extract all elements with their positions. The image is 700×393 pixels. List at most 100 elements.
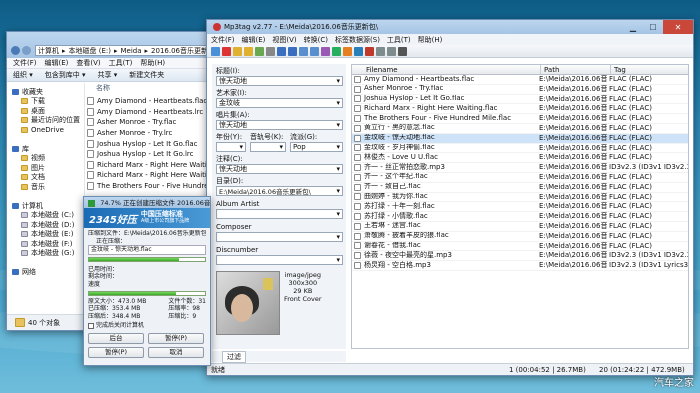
list-item[interactable]: Amy Diamond - Heartbeats.flac: [87, 96, 217, 107]
list-item[interactable]: Asher Monroe - Try.flac: [87, 117, 217, 128]
breadcrumb-item[interactable]: Meida: [121, 47, 142, 55]
menu-tools[interactable]: 工具(T): [109, 58, 133, 68]
menu-file[interactable]: 文件(F): [13, 58, 37, 68]
chevron-down-icon[interactable]: ▾: [336, 77, 340, 85]
menu-view[interactable]: 视图(V): [272, 35, 296, 45]
table-row[interactable]: Asher Monroe - Try.flac E:\Meida\2016.06音…: [352, 85, 688, 95]
nav-item[interactable]: 下载: [7, 97, 84, 107]
list-item[interactable]: Joshua Hyslop - Let It Go.flac: [87, 138, 217, 149]
cover-art-image[interactable]: [216, 271, 280, 335]
album-field[interactable]: 惊天动地 ▾: [216, 120, 343, 130]
menu-tag-sources[interactable]: 标签数据源(S): [335, 35, 380, 45]
column-filename[interactable]: Filename: [352, 65, 541, 74]
nav-item[interactable]: 本地磁盘 (E:): [7, 230, 84, 240]
menu-help[interactable]: 帮助(H): [418, 35, 443, 45]
table-row[interactable]: 齐一 - 这个年纪.flac E:\Meida\2016.06音乐...FLAC …: [352, 173, 688, 183]
table-row[interactable]: 徐薇 - 夜空中最亮的星.mp3 E:\Meida\2016.06音乐...ID3…: [352, 251, 688, 262]
artist-field[interactable]: 金玟岐 ▾: [216, 98, 343, 108]
column-tag[interactable]: Tag: [611, 65, 688, 74]
breadcrumb-item[interactable]: 计算机: [38, 46, 59, 55]
nav-item[interactable]: 桌面: [7, 106, 84, 116]
column-name-header[interactable]: 名称: [87, 83, 217, 93]
shutdown-option[interactable]: 完成后关闭计算机: [88, 322, 206, 330]
nav-item[interactable]: OneDrive: [7, 125, 84, 135]
table-row[interactable]: The Brothers Four - Five Hundred Mile.fl…: [352, 114, 688, 124]
export-icon[interactable]: [376, 46, 385, 56]
table-row[interactable]: 王若琳 - 迷宫.flac E:\Meida\2016.06音乐...FLAC (…: [352, 222, 688, 232]
album-artist-field[interactable]: ▾: [216, 209, 343, 219]
close-icon[interactable]: ✕: [663, 20, 693, 34]
table-row[interactable]: 曲婉婷 - 我为你.flac E:\Meida\2016.06音乐...FLAC …: [352, 193, 688, 203]
breadcrumb-item[interactable]: 2016.06音乐更新: [151, 46, 208, 55]
table-row[interactable]: 林俊杰 - Love U U.flac E:\Meida\2016.06音乐...…: [352, 153, 688, 164]
composer-field[interactable]: ▾: [216, 232, 343, 242]
menu-edit[interactable]: 编辑(E): [242, 35, 266, 45]
nav-item[interactable]: 最近访问的位置: [7, 116, 84, 126]
filename-tag-icon[interactable]: [288, 46, 297, 56]
tag-tag-icon[interactable]: [310, 46, 319, 56]
table-row[interactable]: 齐一 - 致自己.flac E:\Meida\2016.06音乐...FLAC (…: [352, 183, 688, 193]
nav-item[interactable]: 本地磁盘 (C:): [7, 211, 84, 221]
breadcrumb-item[interactable]: 本地磁盘 (E:): [69, 46, 111, 55]
nav-item[interactable]: 文档: [7, 173, 84, 183]
forward-icon[interactable]: [22, 46, 31, 55]
include-library-button[interactable]: 包含到库中 ▾: [45, 70, 86, 80]
save-icon[interactable]: [211, 46, 220, 56]
year-field[interactable]: ▾: [216, 142, 246, 152]
musicbrainz-icon[interactable]: [365, 46, 374, 56]
nav-item[interactable]: 收藏夹: [7, 87, 84, 97]
table-row[interactable]: 杨炅翔 - 空白格.mp3 E:\Meida\2016.06音乐...ID3v2.…: [352, 261, 688, 271]
shutdown-checkbox[interactable]: [88, 323, 94, 330]
maximize-icon[interactable]: ☐: [643, 20, 663, 34]
refresh-icon[interactable]: [255, 46, 264, 56]
table-row[interactable]: 齐一 - 丝正常拍恋歌.mp3 E:\Meida\2016.06音乐...ID3v…: [352, 163, 688, 173]
nav-item[interactable]: 视频: [7, 154, 84, 164]
track-field[interactable]: ▾: [250, 142, 286, 152]
add-folder-icon[interactable]: [244, 46, 253, 56]
menu-tools[interactable]: 工具(T): [387, 35, 411, 45]
column-path[interactable]: Path: [541, 65, 611, 74]
nav-item[interactable]: 库: [7, 144, 84, 154]
menu-help[interactable]: 帮助(H): [140, 58, 165, 68]
genre-field[interactable]: Pop ▾: [290, 142, 343, 152]
filter-label[interactable]: 过滤: [222, 350, 246, 363]
cancel-button[interactable]: 取消: [148, 346, 204, 358]
discnumber-field[interactable]: ▾: [216, 255, 343, 265]
background-button[interactable]: 后台: [88, 332, 144, 344]
title-field[interactable]: 惊天动地 ▾: [216, 76, 343, 86]
actions-icon[interactable]: [321, 46, 330, 56]
table-row[interactable]: Amy Diamond - Heartbeats.flac E:\Meida\20…: [352, 75, 688, 85]
table-row[interactable]: 苏打绿 - 十年一刻.flac E:\Meida\2016.06音乐...FLAC…: [352, 202, 688, 213]
undo-icon[interactable]: [266, 46, 275, 56]
organize-button[interactable]: 组织 ▾: [13, 70, 33, 80]
list-item[interactable]: Amy Diamond - Heartbeats.lrc: [87, 107, 217, 118]
breadcrumb[interactable]: 计算机 ▸ 本地磁盘 (E:) ▸ Meida ▸ 2016.06音乐更新: [35, 45, 215, 56]
menu-view[interactable]: 查看(V): [76, 58, 100, 68]
nav-item[interactable]: 网络: [7, 268, 84, 278]
list-item[interactable]: Joshua Hyslop - Let It Go.lrc: [87, 149, 217, 160]
minimize-icon[interactable]: ▁: [623, 20, 643, 34]
list-item[interactable]: The Brothers Four - Five Hundred Mi: [87, 181, 217, 192]
comment-field[interactable]: 惊天动地 ▾: [216, 164, 343, 174]
pause-button[interactable]: 暂停(P): [148, 332, 204, 344]
nav-item[interactable]: 本地磁盘 (F:): [7, 239, 84, 249]
remove-tag-icon[interactable]: [222, 46, 231, 56]
nav-item[interactable]: 图片: [7, 163, 84, 173]
discogs-icon[interactable]: [354, 46, 363, 56]
table-row[interactable]: Richard Marx - Right Here Waiting.flac E:…: [352, 104, 688, 115]
table-row[interactable]: 金玟岐 - 岁月神偷.flac E:\Meida\2016.06音乐...FLAC…: [352, 144, 688, 154]
playlist-icon[interactable]: [387, 46, 396, 56]
chevron-down-icon[interactable]: ▾: [336, 121, 340, 129]
table-row[interactable]: Joshua Hyslop - Let It Go.flac E:\Meida\2…: [352, 95, 688, 105]
table-row[interactable]: 黄立行 - 黑的意念.flac E:\Meida\2016.06音乐...FLAC…: [352, 124, 688, 134]
directory-field[interactable]: E:\Meida\2016.06音乐更新包\ ▾: [216, 186, 343, 196]
pause-button-2[interactable]: 暂停(P): [88, 346, 144, 358]
nav-item[interactable]: 音乐: [7, 182, 84, 192]
tag-filename-icon[interactable]: [277, 46, 286, 56]
nav-item[interactable]: 本地磁盘 (D:): [7, 220, 84, 230]
amazon-icon[interactable]: [343, 46, 352, 56]
back-icon[interactable]: [11, 46, 20, 55]
menu-file[interactable]: 文件(F): [211, 35, 235, 45]
settings-icon[interactable]: [398, 46, 407, 56]
table-row[interactable]: 萧敬腾 - 披着羊皮的狼.flac E:\Meida\2016.06音乐...FL…: [352, 232, 688, 242]
